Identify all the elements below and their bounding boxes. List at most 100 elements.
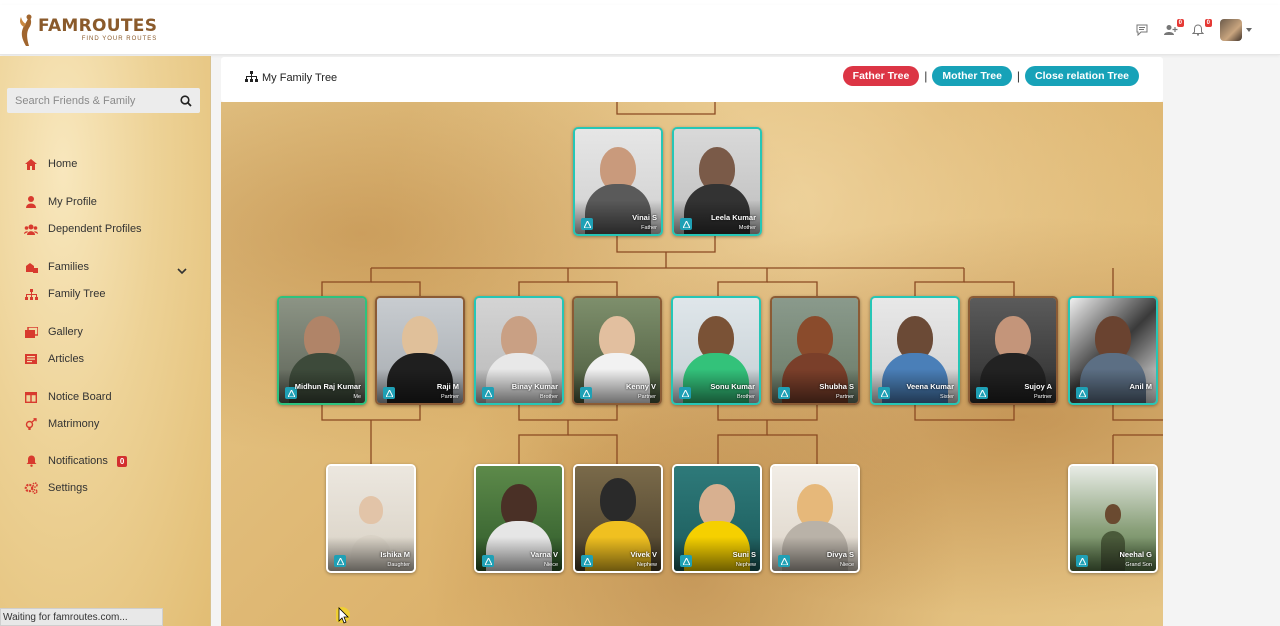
tree-card-father[interactable]: Vinai S Father: [573, 127, 663, 236]
mouse-cursor-icon: [334, 606, 350, 626]
mother-tree-button[interactable]: Mother Tree: [932, 66, 1012, 86]
browser-status-bar: Waiting for famroutes.com...: [0, 608, 163, 626]
member-relation: Partner: [1033, 394, 1052, 400]
member-relation: Partner: [637, 394, 656, 400]
sidebar: Home My Profile Dependent Profiles Famil…: [0, 56, 211, 626]
tree-card-partner[interactable]: Shubha S Partner: [770, 296, 860, 405]
sidebar-item-my-profile[interactable]: My Profile: [24, 196, 97, 208]
profile-link-icon[interactable]: [581, 555, 593, 567]
search-icon[interactable]: [180, 94, 192, 112]
bell-icon: [24, 455, 38, 467]
member-relation: Grand Son: [1125, 562, 1152, 568]
member-relation: Partner: [835, 394, 854, 400]
content-header: My Family Tree Father Tree | Mother Tree…: [221, 57, 1163, 102]
articles-icon: [24, 353, 38, 365]
profile-link-icon[interactable]: [679, 387, 691, 399]
tree-card-nephew[interactable]: Vivek V Nephew: [573, 464, 663, 573]
sidebar-item-matrimony[interactable]: Matrimony: [24, 418, 99, 430]
close-relation-tree-button[interactable]: Close relation Tree: [1025, 66, 1139, 86]
chevron-down-icon[interactable]: [177, 262, 187, 280]
tree-card-grandson[interactable]: Neehal G Grand Son: [1068, 464, 1158, 573]
profile-link-icon[interactable]: [1076, 387, 1088, 399]
chat-icon[interactable]: [1136, 23, 1150, 37]
member-relation: Niece: [543, 562, 558, 568]
tree-logo-icon: [16, 13, 36, 47]
sidebar-item-gallery[interactable]: Gallery: [24, 326, 83, 338]
member-name: Vinai S: [632, 213, 657, 222]
friend-requests-badge: 0: [1176, 19, 1184, 27]
profile-link-icon[interactable]: [778, 555, 790, 567]
gears-icon: [24, 482, 38, 494]
tree-card-brother[interactable]: Binay Kumar Brother: [474, 296, 564, 405]
tree-card-niece[interactable]: Divya S Niece: [770, 464, 860, 573]
member-relation: Nephew: [636, 562, 657, 568]
sidebar-item-dependent-profiles[interactable]: Dependent Profiles: [24, 223, 142, 235]
member-name: Leela Kumar: [710, 213, 756, 222]
profile-link-icon[interactable]: [482, 387, 494, 399]
profile-link-icon[interactable]: [680, 218, 692, 230]
user-icon: [24, 196, 38, 208]
profile-link-icon[interactable]: [976, 387, 988, 399]
tree-card-partner[interactable]: Raji M Partner: [375, 296, 465, 405]
users-icon: [24, 223, 38, 235]
notifications-count-badge: 0: [116, 455, 128, 467]
sidebar-item-families[interactable]: Families: [24, 261, 89, 273]
profile-link-icon[interactable]: [383, 387, 395, 399]
profile-link-icon[interactable]: [778, 387, 790, 399]
sidebar-item-notice-board[interactable]: Notice Board: [24, 391, 112, 403]
member-relation: Niece: [839, 562, 854, 568]
tree-card-partner[interactable]: Sujoy A Partner: [968, 296, 1058, 405]
profile-link-icon[interactable]: [680, 555, 692, 567]
bell-icon[interactable]: 0: [1191, 19, 1212, 37]
member-relation: Father: [641, 225, 657, 231]
sidebar-item-label: Notice Board: [48, 391, 112, 403]
search-input[interactable]: [7, 94, 167, 107]
tree-card-daughter[interactable]: Ishika M Daughter: [326, 464, 416, 573]
profile-link-icon[interactable]: [581, 218, 593, 230]
sidebar-item-settings[interactable]: Settings: [24, 482, 88, 494]
top-navbar: FAMROUTES FIND YOUR ROUTES 0 0: [0, 5, 1280, 55]
tree-card-me[interactable]: Midhun Raj Kumar Me: [277, 296, 367, 405]
member-relation: Partner: [440, 394, 459, 400]
profile-link-icon[interactable]: [878, 387, 890, 399]
separator: |: [1016, 69, 1021, 83]
member-relation: Sister: [939, 394, 954, 400]
tree-card-partner[interactable]: Kenny V Partner: [572, 296, 662, 405]
tree-card-sister[interactable]: Veena Kumar Sister: [870, 296, 960, 405]
member-relation: Brother: [539, 394, 558, 400]
chevron-down-icon[interactable]: [1246, 28, 1252, 32]
tree-card-brother[interactable]: Sonu Kumar Brother: [671, 296, 761, 405]
member-name: Midhun Raj Kumar: [294, 382, 361, 391]
tree-card-relative[interactable]: Anil M: [1068, 296, 1158, 405]
member-name: Anil M: [1129, 382, 1153, 391]
family-tree-canvas: Vinai S Father Leela Kumar Mother Midhun…: [221, 102, 1163, 626]
member-name: Suni S: [732, 550, 756, 559]
tree-card-nephew[interactable]: Suni S Nephew: [672, 464, 762, 573]
member-name: Binay Kumar: [511, 382, 558, 391]
friend-requests-icon[interactable]: 0: [1164, 19, 1184, 37]
profile-link-icon[interactable]: [580, 387, 592, 399]
sidebar-item-label: Family Tree: [48, 288, 106, 300]
user-avatar[interactable]: [1220, 19, 1242, 41]
profile-link-icon[interactable]: [482, 555, 494, 567]
sidebar-item-notifications[interactable]: Notifications 0: [24, 455, 128, 467]
families-icon: [24, 261, 38, 273]
member-name: Neehal G: [1119, 550, 1152, 559]
sidebar-item-home[interactable]: Home: [24, 158, 77, 170]
separator: |: [924, 69, 928, 83]
sitemap-icon: [24, 288, 38, 300]
brand-logo[interactable]: FAMROUTES FIND YOUR ROUTES: [16, 13, 157, 47]
sidebar-item-label: Articles: [48, 353, 85, 365]
member-relation: Me: [353, 394, 361, 400]
sidebar-item-articles[interactable]: Articles: [24, 353, 84, 365]
tree-card-mother[interactable]: Leela Kumar Mother: [672, 127, 762, 236]
father-tree-button[interactable]: Father Tree: [842, 66, 920, 86]
profile-link-icon[interactable]: [334, 555, 346, 567]
brand-tagline: FIND YOUR ROUTES: [81, 36, 158, 42]
profile-link-icon[interactable]: [1076, 555, 1088, 567]
member-relation: Mother: [738, 225, 756, 231]
page-title: My Family Tree: [245, 71, 337, 85]
tree-card-niece[interactable]: Varna V Niece: [474, 464, 564, 573]
member-name: Varna V: [530, 550, 558, 559]
sidebar-item-family-tree[interactable]: Family Tree: [24, 288, 105, 300]
